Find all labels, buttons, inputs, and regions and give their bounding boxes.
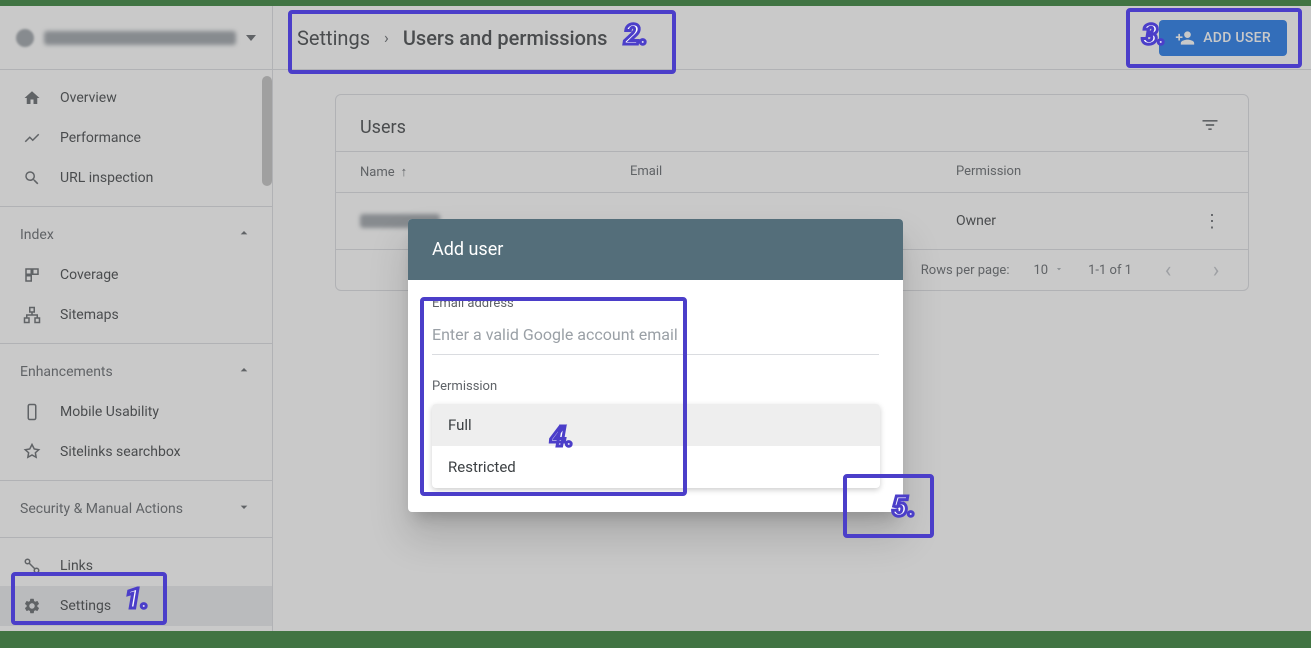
permission-label: Permission <box>432 379 879 394</box>
dialog-title: Add user <box>408 219 903 280</box>
permission-option-restricted[interactable]: Restricted <box>432 446 880 488</box>
add-user-dialog: Add user Email address Permission Full R… <box>408 219 903 512</box>
email-input[interactable] <box>432 319 879 355</box>
dialog-body: Email address Permission <box>408 280 903 394</box>
permission-dropdown-menu: Full Restricted <box>432 404 880 488</box>
permission-option-full[interactable]: Full <box>432 404 880 446</box>
email-label: Email address <box>432 296 879 311</box>
